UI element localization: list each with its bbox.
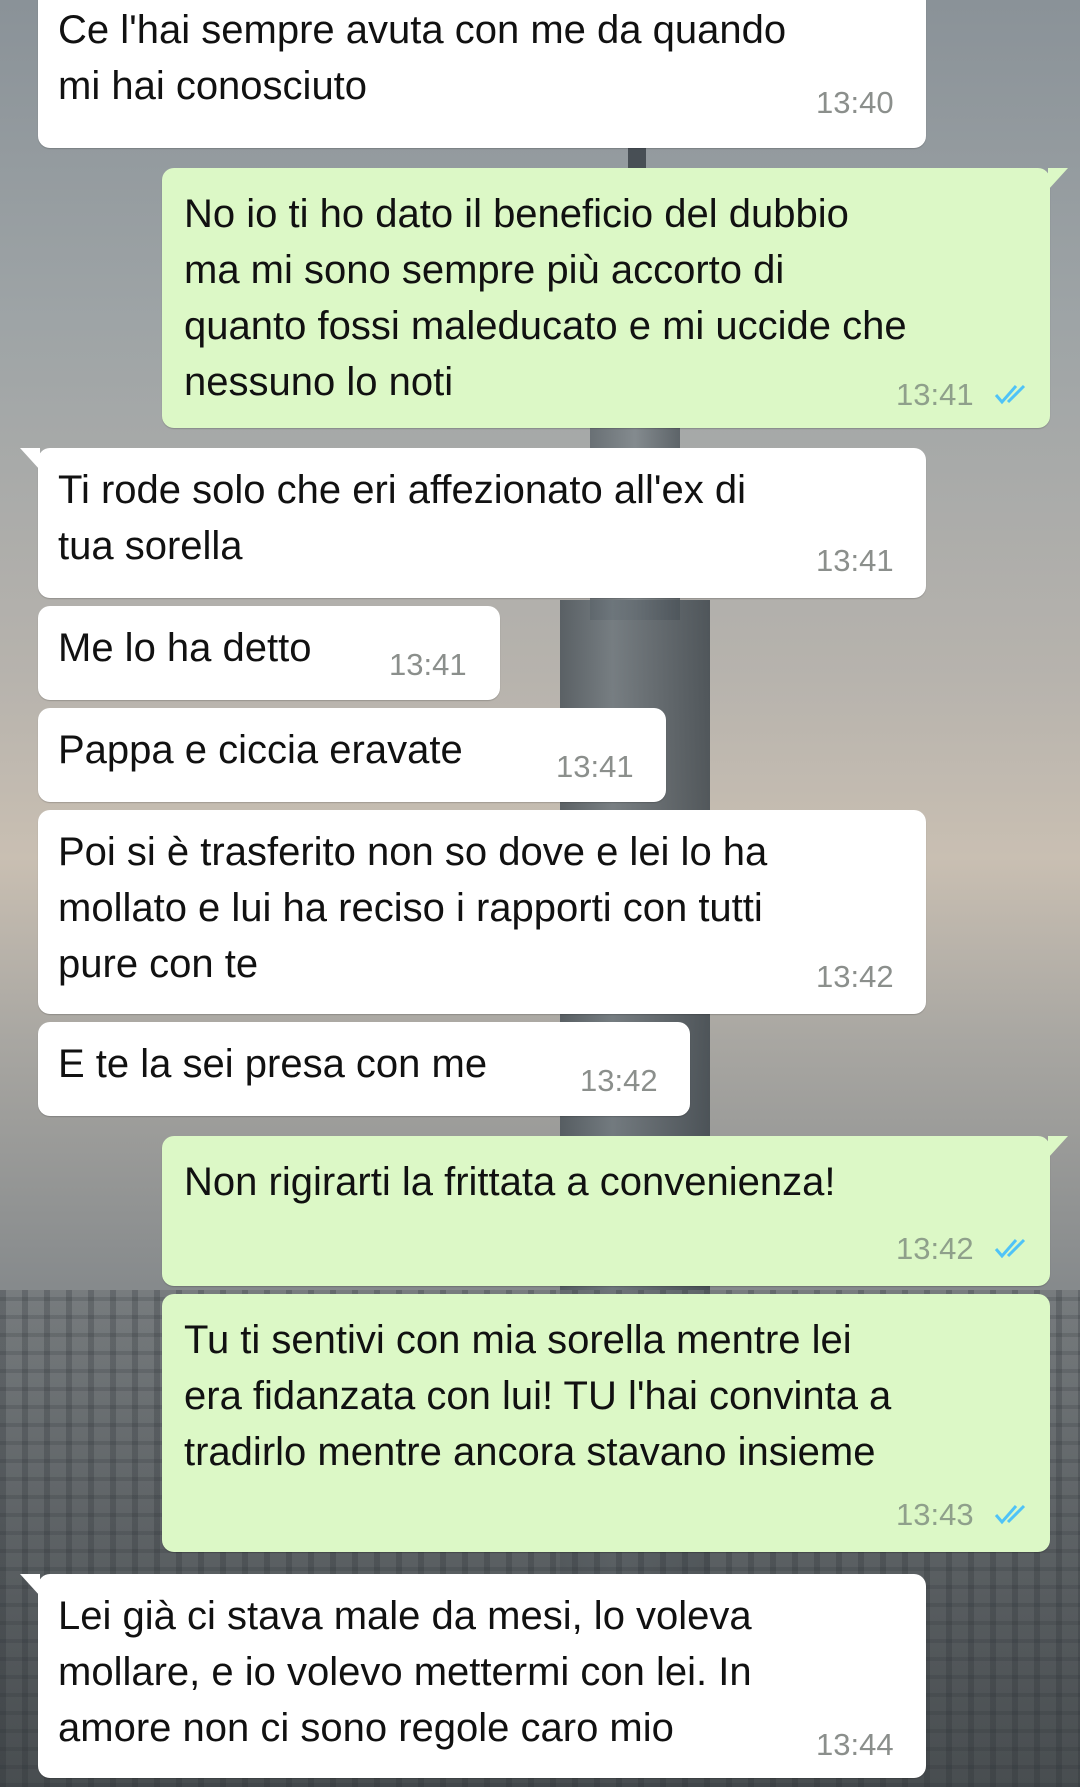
message-text: No io ti ho dato il beneficio del dubbio… xyxy=(184,192,907,404)
double-check-icon xyxy=(994,384,1026,405)
message-time: 13:41 xyxy=(896,377,974,412)
message-text: Ti rode solo che eri affezionato all'ex … xyxy=(58,468,747,568)
message-text: Non rigirarti la frittata a convenienza! xyxy=(184,1160,836,1204)
message-text: Poi si è trasferito non so dove e lei lo… xyxy=(58,830,768,986)
message-text: Lei già ci stava male da mesi, lo voleva… xyxy=(58,1594,752,1750)
message-bubble-outgoing[interactable]: No io ti ho dato il beneficio del dubbio… xyxy=(162,168,1068,428)
message-bubble-incoming[interactable]: Ce l'hai sempre avuta con me da quando m… xyxy=(38,0,926,148)
message-list: Ce l'hai sempre avuta con me da quando m… xyxy=(0,0,1080,1787)
message-time: 13:41 xyxy=(389,647,467,682)
message-time: 13:41 xyxy=(816,543,894,578)
message-bubble-incoming[interactable]: E te la sei presa con me 13:42 xyxy=(38,1022,690,1116)
message-time: 13:40 xyxy=(816,85,894,120)
message-text: Ce l'hai sempre avuta con me da quando m… xyxy=(58,8,787,108)
message-bubble-incoming[interactable]: Poi si è trasferito non so dove e lei lo… xyxy=(38,810,926,1014)
message-bubble-outgoing[interactable]: Tu ti sentivi con mia sorella mentre lei… xyxy=(162,1294,1050,1552)
message-bubble-incoming[interactable]: Ti rode solo che eri affezionato all'ex … xyxy=(20,448,926,598)
message-time: 13:42 xyxy=(580,1063,658,1098)
message-text: Me lo ha detto xyxy=(58,626,312,670)
message-text: Pappa e ciccia eravate xyxy=(58,728,463,772)
bubble-tail xyxy=(1048,168,1068,190)
message-bubble-incoming[interactable]: Pappa e ciccia eravate 13:41 xyxy=(38,708,666,802)
message-time: 13:42 xyxy=(896,1231,974,1266)
bubble-tail xyxy=(20,448,40,470)
message-text: E te la sei presa con me xyxy=(58,1042,488,1086)
message-bubble-incoming[interactable]: Lei già ci stava male da mesi, lo voleva… xyxy=(20,1574,926,1778)
double-check-icon xyxy=(994,1238,1026,1259)
message-bubble-outgoing[interactable]: Non rigirarti la frittata a convenienza!… xyxy=(162,1136,1068,1286)
double-check-icon xyxy=(994,1504,1026,1525)
message-time: 13:42 xyxy=(816,959,894,994)
message-text: Tu ti sentivi con mia sorella mentre lei… xyxy=(184,1318,892,1474)
message-time: 13:43 xyxy=(896,1497,974,1532)
bubble-tail xyxy=(1048,1136,1068,1158)
message-time: 13:41 xyxy=(556,749,634,784)
message-time: 13:44 xyxy=(816,1727,894,1762)
bubble-tail xyxy=(20,1574,40,1596)
message-bubble-incoming[interactable]: Me lo ha detto 13:41 xyxy=(38,606,500,700)
